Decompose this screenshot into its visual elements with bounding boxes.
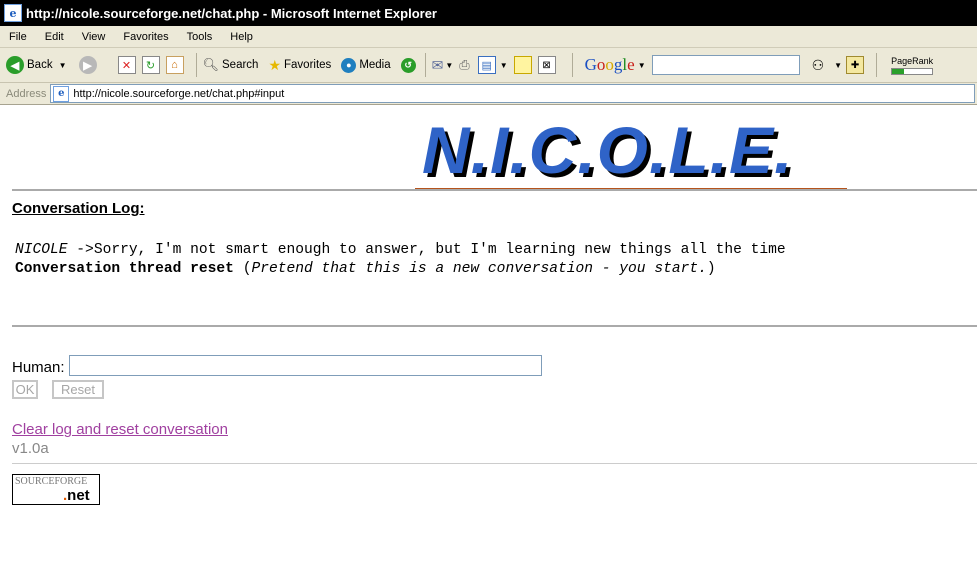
pagerank-bar [891,67,934,75]
discuss-button[interactable] [513,56,538,74]
window-close-icon: ⊠ [537,56,556,74]
messenger-button[interactable]: ⊠ [537,56,562,74]
stop-icon: ✕ [117,56,136,74]
pagerank-fill [892,68,905,74]
search-icon: 🔍︎ [202,57,220,72]
menu-edit[interactable]: Edit [36,31,73,43]
media-button[interactable]: ● Media [341,57,394,73]
refresh-icon: ↻ [141,56,160,74]
back-button[interactable]: ◀ Back ▼ [6,56,73,74]
menu-file[interactable]: File [0,31,36,43]
sourceforge-logo-net-text: net [67,487,90,504]
forward-arrow-icon: ▶ [78,56,97,74]
address-label: Address [6,87,47,100]
toolbar-separator [424,53,426,77]
sourceforge-logo[interactable]: SOURCEFORGE .net [12,474,100,505]
page-content: N.I.C.O.L.E. Conversation Log: NICOLE ->… [0,105,977,575]
edit-dropdown-icon[interactable]: ▼ [500,61,508,70]
forward-button[interactable]: ▶ [78,56,100,74]
clear-log-link[interactable]: Clear log and reset conversation [12,421,228,438]
toolbar-separator [571,53,573,77]
top-divider [12,189,977,191]
google-search-input[interactable] [651,55,800,75]
version-text: v1.0a [12,440,49,457]
reset-button[interactable]: Reset [52,380,104,399]
google-menu-button[interactable]: Google ▼ [579,55,646,75]
search-options-dropdown-icon[interactable]: ▼ [834,61,842,70]
address-bar: Address e http://nicole.sourceforge.net/… [0,83,977,105]
media-globe-icon: ● [341,57,357,73]
back-arrow-icon: ◀ [6,56,24,74]
favorites-label: Favorites [284,59,332,71]
menu-bar: File Edit View Favorites Tools Help [0,26,977,48]
bot-name: NICOLE [15,242,68,258]
history-button[interactable]: ↺ [400,57,419,73]
search-label: Search [222,59,259,71]
refresh-button[interactable]: ↻ [141,56,166,74]
bottom-divider [12,463,977,464]
pagerank-label: PageRank [891,55,934,66]
sourceforge-logo-net: .net [63,487,90,504]
google-logo: Google [584,55,635,74]
home-button[interactable]: ⌂ [165,56,190,74]
toolbar-separator [876,53,878,77]
edit-page-icon: ▤ [477,56,496,74]
window-title-bar: e http://nicole.sourceforge.net/chat.php… [0,0,977,26]
middle-divider [12,325,977,327]
print-icon: ⎙ [459,57,470,72]
conversation-log: NICOLE ->Sorry, I'm not smart enough to … [15,241,786,279]
sourceforge-logo-top: SOURCEFORGE [15,476,88,487]
media-label: Media [359,59,391,71]
history-icon: ↺ [400,57,416,73]
log-line-2: Conversation thread reset (Pretend that … [15,260,786,279]
google-search-button[interactable]: ⚇ ▼ [812,57,846,74]
logo-text: N.I.C.O.L.E. [422,113,794,187]
toolbar-separator [195,53,197,77]
log-line-1: NICOLE ->Sorry, I'm not smart enough to … [15,241,786,260]
standard-toolbar: ◀ Back ▼ ▶ ✕ ↻ ⌂ 🔍︎ Search ★ Favorites ●… [0,48,977,83]
pagerank-indicator[interactable]: PageRank [891,56,933,75]
human-input[interactable] [69,355,542,376]
ok-button[interactable]: OK [12,380,38,399]
search-button[interactable]: 🔍︎ Search [203,57,263,73]
mail-icon: ✉ [431,56,444,73]
favorites-button[interactable]: ★ Favorites [268,57,335,74]
google-dropdown-icon: ▼ [637,60,646,70]
popup-blocker-icon: ✚ [846,56,865,74]
back-label: Back [27,59,53,71]
window-title: http://nicole.sourceforge.net/chat.php -… [26,5,437,21]
nicole-logo: N.I.C.O.L.E. [414,113,848,191]
menu-view[interactable]: View [73,31,115,43]
mail-button[interactable]: ✉ ▼ [432,57,460,74]
note-icon [513,56,532,74]
thread-reset-text: Conversation thread reset [15,261,234,277]
ie-page-icon: e [4,4,22,22]
paren-close: ) [706,261,716,277]
print-button[interactable]: ⎙ [459,57,477,73]
stop-button[interactable]: ✕ [117,56,142,74]
address-field[interactable]: e http://nicole.sourceforge.net/chat.php… [50,84,975,103]
binoculars-icon: ⚇ [811,56,825,73]
popup-blocker-button[interactable]: ✚ [846,56,870,74]
back-dropdown-icon[interactable]: ▼ [59,61,67,70]
bot-reply: ->Sorry, I'm not smart enough to answer,… [67,242,786,258]
address-url[interactable]: http://nicole.sourceforge.net/chat.php#i… [73,88,284,100]
conversation-log-heading: Conversation Log: [12,200,145,217]
menu-favorites[interactable]: Favorites [114,31,177,43]
pretend-text: Pretend that this is a new conversation … [251,261,707,277]
menu-tools[interactable]: Tools [178,31,222,43]
mail-dropdown-icon[interactable]: ▼ [445,61,453,70]
edit-button[interactable]: ▤ ▼ [477,56,514,74]
human-label: Human: [12,359,65,376]
star-icon: ★ [268,56,282,73]
menu-help[interactable]: Help [221,31,262,43]
home-icon: ⌂ [165,56,184,74]
page-icon: e [53,85,70,102]
paren-open: ( [233,261,252,277]
